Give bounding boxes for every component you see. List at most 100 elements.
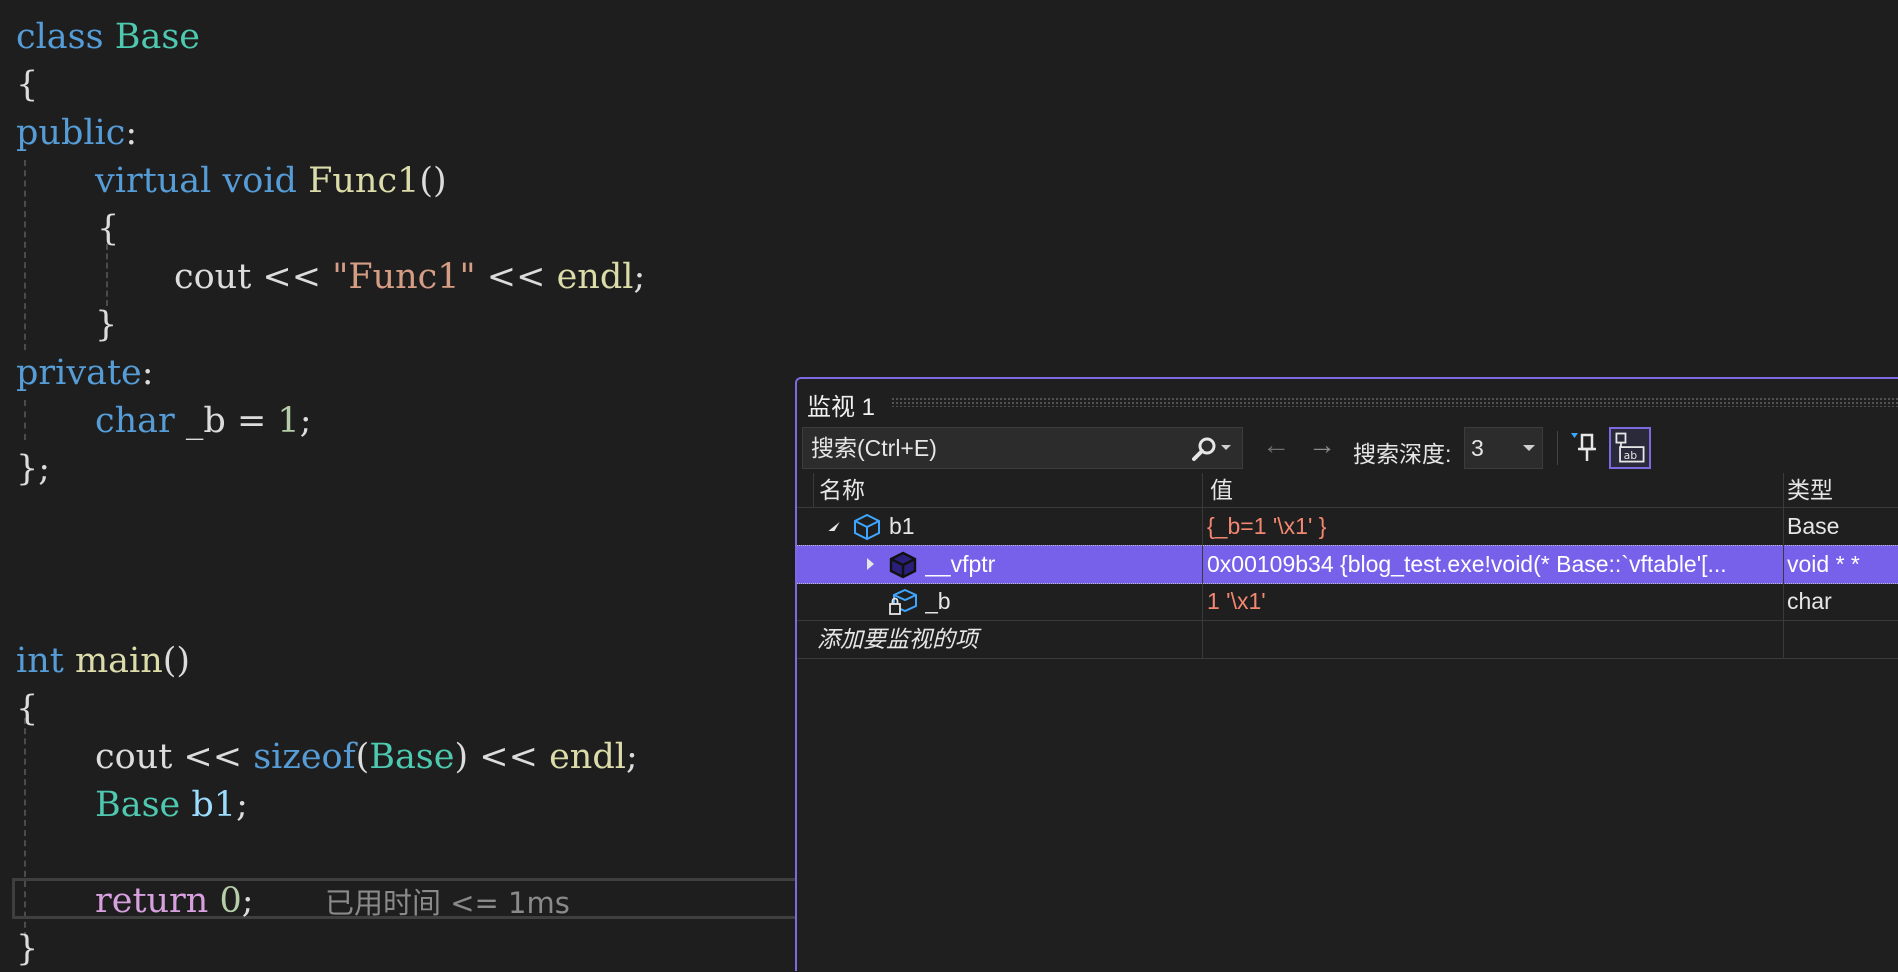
cout-identifier: cout (95, 737, 173, 777)
row-type: char (1787, 588, 1832, 614)
watch-window-title: 监视 1 (807, 394, 876, 421)
brace: } (16, 929, 39, 969)
column-divider[interactable] (813, 473, 814, 507)
hex-display-icon[interactable]: ab (1609, 427, 1651, 469)
operator: << (262, 257, 322, 297)
row-value[interactable]: {_b=1 '\x1' } (1207, 508, 1777, 545)
indent-guide (24, 400, 26, 440)
keyword-virtual: virtual (95, 161, 212, 201)
type-name: Base (369, 737, 455, 777)
row-type: void * * (1787, 551, 1860, 577)
row-value[interactable]: 0x00109b34 {blog_test.exe!void(* Base::`… (1207, 546, 1779, 583)
toolbar-separator (1557, 431, 1558, 465)
access-public: public (16, 113, 126, 153)
column-header-name[interactable]: 名称 (819, 473, 865, 507)
code-line-9[interactable]: char _b = 1; (95, 398, 311, 444)
semicolon: ; (241, 881, 254, 921)
pin-icon[interactable] (1569, 429, 1601, 465)
operator: << (183, 737, 243, 777)
expand-arrow-icon[interactable] (867, 558, 874, 570)
code-line-8[interactable]: private: (16, 350, 154, 396)
keyword-return: return (95, 881, 209, 921)
code-line-14[interactable]: Base b1; (95, 782, 248, 828)
brace: { (16, 65, 39, 105)
perf-tip: 已用时间 <= 1ms (325, 886, 570, 920)
row-value[interactable]: 1 '\x1' (1207, 583, 1777, 620)
back-button[interactable]: ← (1262, 429, 1290, 461)
search-depth-select[interactable]: 3 (1464, 427, 1543, 469)
add-watch-row[interactable]: 添加要监视的项 (797, 621, 1898, 659)
indent-guide (106, 244, 108, 306)
code-line-16[interactable]: } (16, 926, 38, 972)
brace: }; (16, 449, 51, 489)
search-box[interactable] (802, 427, 1243, 469)
chevron-down-icon[interactable] (1221, 445, 1231, 450)
watch-row-vfptr[interactable]: __vfptr 0x00109b34 {blog_test.exe!void(*… (797, 545, 1898, 584)
column-divider[interactable] (1783, 473, 1784, 659)
code-line-4[interactable]: virtual void Func1() (95, 158, 447, 204)
number-literal: 0 (219, 881, 242, 921)
code-line-13[interactable]: cout << sizeof(Base) << endl; (95, 734, 638, 780)
colon: : (125, 113, 138, 153)
parens: () (162, 641, 191, 681)
code-line-10[interactable]: }; (16, 446, 50, 492)
endl-identifier: endl (549, 737, 626, 777)
title-bar-grip[interactable] (891, 397, 1898, 407)
code-line-6[interactable]: cout << "Func1" << endl; (174, 254, 645, 300)
paren-close: ) (454, 737, 469, 777)
code-line-12[interactable]: { (16, 686, 38, 732)
keyword-sizeof: sizeof (253, 737, 356, 777)
object-cube-icon (854, 513, 880, 541)
add-watch-item[interactable]: 添加要监视的项 (817, 621, 978, 658)
code-line-2[interactable]: { (16, 62, 38, 108)
keyword-char: char (95, 401, 175, 441)
function-name: Func1 (308, 161, 420, 201)
class-name: Base (114, 17, 200, 57)
parens: () (419, 161, 447, 201)
code-line-5[interactable]: { (97, 206, 119, 252)
search-icon[interactable] (1191, 436, 1217, 462)
equals: = (236, 401, 267, 441)
column-divider[interactable] (1202, 473, 1203, 659)
search-depth-label: 搜索深度: (1353, 441, 1452, 467)
semicolon: ; (633, 257, 646, 297)
code-line-7[interactable]: } (95, 302, 117, 348)
cout-identifier: cout (174, 257, 252, 297)
access-private: private (16, 353, 142, 393)
object-cube-icon (889, 551, 917, 579)
member-name: _b (185, 401, 226, 441)
watch-row-b1[interactable]: b1 {_b=1 '\x1' } Base (797, 507, 1898, 546)
collapse-arrow-icon[interactable] (828, 522, 840, 531)
watch-row-b[interactable]: _b 1 '\x1' char (797, 583, 1898, 621)
endl-identifier: endl (556, 257, 634, 297)
row-name: b1 (889, 513, 915, 539)
watch-window[interactable]: 监视 1 ← → 搜索深度: 3 ab 名称 值 类型 (795, 377, 1898, 971)
keyword-class: class (16, 17, 104, 57)
semicolon: ; (299, 401, 312, 441)
search-input[interactable] (811, 428, 1191, 468)
function-name: main (74, 641, 163, 681)
keyword-void: void (222, 161, 297, 201)
brace: { (16, 689, 39, 729)
code-line-15[interactable]: return 0; (95, 878, 254, 924)
colon: : (141, 353, 154, 393)
column-header-value[interactable]: 值 (1210, 473, 1233, 507)
semicolon: ; (625, 737, 638, 777)
paren-open: ( (355, 737, 370, 777)
code-line-3[interactable]: public: (16, 110, 137, 156)
code-line-11[interactable]: int main() (16, 638, 190, 684)
chevron-down-icon (1523, 445, 1535, 451)
type-name: Base (95, 785, 181, 825)
column-header-type[interactable]: 类型 (1787, 473, 1833, 507)
keyword-int: int (16, 641, 64, 681)
svg-text:ab: ab (1624, 449, 1638, 462)
variable-name: b1 (191, 785, 237, 825)
semicolon: ; (236, 785, 248, 825)
row-name: _b (925, 588, 951, 614)
search-depth-value: 3 (1471, 435, 1484, 461)
indent-guide (24, 160, 26, 350)
number-literal: 1 (277, 401, 300, 441)
operator: << (479, 737, 538, 777)
code-line-1[interactable]: class Base (16, 14, 200, 60)
forward-button[interactable]: → (1308, 429, 1336, 461)
